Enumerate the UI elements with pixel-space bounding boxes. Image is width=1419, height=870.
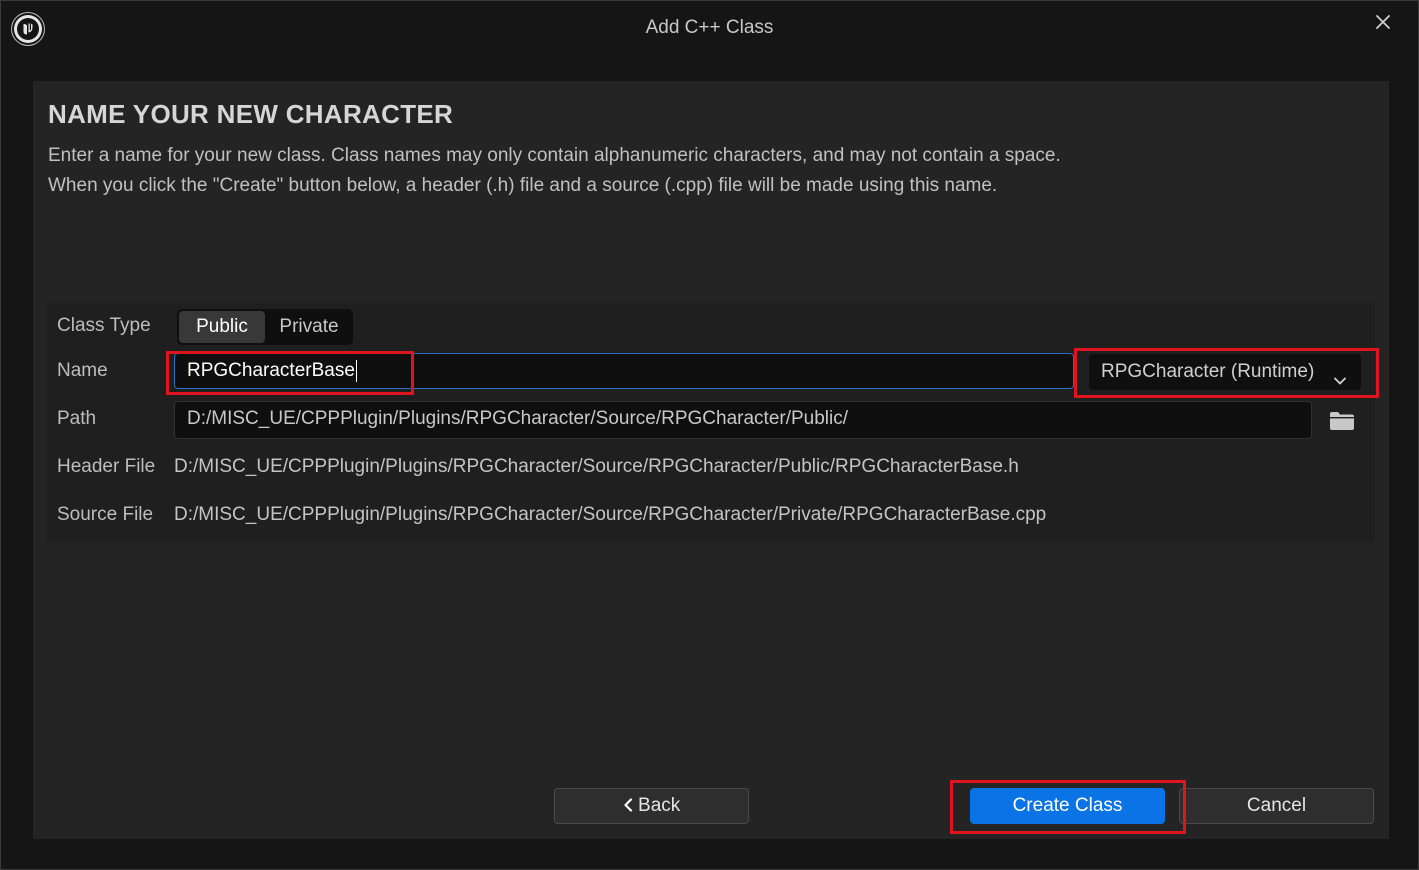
back-button[interactable]: Back xyxy=(554,788,749,824)
path-label: Path xyxy=(57,408,97,429)
name-label: Name xyxy=(57,360,108,381)
title-bar: Add C++ Class xyxy=(1,1,1418,57)
page-heading: NAME YOUR NEW CHARACTER xyxy=(48,99,454,129)
create-class-button[interactable]: Create Class xyxy=(970,788,1165,824)
class-type-public-button[interactable]: Public xyxy=(179,311,265,343)
cancel-button[interactable]: Cancel xyxy=(1179,788,1374,824)
class-type-toggle: Public Private xyxy=(177,309,353,345)
module-dropdown-value: RPGCharacter (Runtime) xyxy=(1101,361,1315,382)
window-title: Add C++ Class xyxy=(645,17,774,38)
text-caret xyxy=(355,359,357,382)
class-name-value: RPGCharacterBase xyxy=(187,360,355,381)
class-name-input[interactable]: RPGCharacterBase xyxy=(174,353,1074,389)
description-line-1: Enter a name for your new class. Class n… xyxy=(48,145,1061,166)
source-file-value: D:/MISC_UE/CPPPlugin/Plugins/RPGCharacte… xyxy=(174,504,1047,525)
header-file-label: Header File xyxy=(57,456,156,477)
chevron-down-icon xyxy=(1333,365,1347,401)
class-type-private-button[interactable]: Private xyxy=(267,311,351,343)
module-dropdown[interactable]: RPGCharacter (Runtime) xyxy=(1089,354,1361,390)
description-line-2: When you click the "Create" button below… xyxy=(48,175,998,196)
close-icon[interactable] xyxy=(1372,11,1394,33)
header-file-value: D:/MISC_UE/CPPPlugin/Plugins/RPGCharacte… xyxy=(174,456,1019,477)
add-cpp-class-dialog: Add C++ Class NAME YOUR NEW CHARACTER En… xyxy=(0,0,1419,870)
class-form: Class Type Public Private Name RPGCharac… xyxy=(47,303,1375,543)
folder-icon[interactable] xyxy=(1329,411,1355,436)
class-type-label: Class Type xyxy=(57,315,151,336)
path-input[interactable]: D:/MISC_UE/CPPPlugin/Plugins/RPGCharacte… xyxy=(174,401,1312,439)
main-panel: NAME YOUR NEW CHARACTER Enter a name for… xyxy=(33,81,1389,839)
back-button-label: Back xyxy=(638,795,681,816)
source-file-label: Source File xyxy=(57,504,154,525)
chevron-left-icon xyxy=(623,795,638,816)
